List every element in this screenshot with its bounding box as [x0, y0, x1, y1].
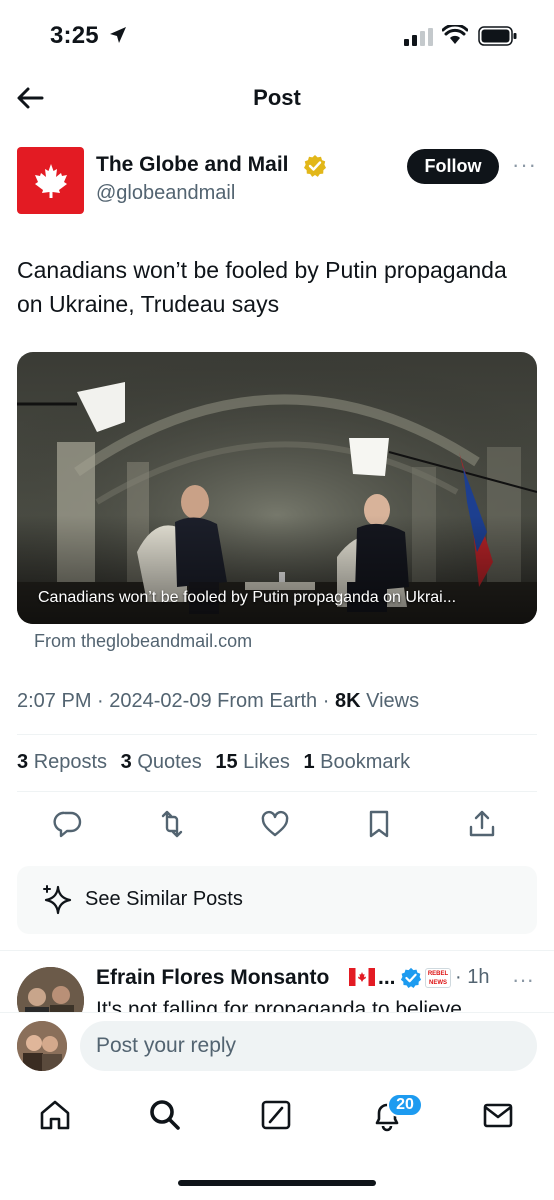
likes-count: 15	[215, 751, 238, 773]
reply-author-name[interactable]: Efrain Flores Monsanto	[96, 966, 329, 990]
reposts-stat[interactable]: 3 Reposts	[17, 751, 107, 773]
divider	[17, 734, 537, 735]
verified-gold-icon	[304, 155, 326, 177]
reposts-label: Reposts	[33, 751, 108, 773]
compose-bar	[0, 1012, 554, 1080]
reply-icon[interactable]	[53, 809, 83, 839]
bookmarks-label: Bookmark	[320, 751, 411, 773]
status-bar: 3:25	[0, 0, 554, 72]
post-stats: 3 Reposts 3 Quotes 15 Likes 1 Bookmark	[17, 751, 410, 774]
canada-flag-icon	[349, 968, 375, 986]
more-options-icon[interactable]: ···	[512, 152, 537, 178]
interview-photo	[17, 352, 537, 624]
repost-icon[interactable]	[157, 809, 187, 839]
search-icon[interactable]	[148, 1098, 182, 1132]
see-similar-label: See Similar Posts	[85, 888, 243, 910]
author-avatar[interactable]	[17, 147, 84, 214]
post-time: 2:07 PM	[17, 690, 92, 712]
reply-author-text: Efrain Flores Monsanto	[96, 966, 330, 989]
reply-more-icon[interactable]: ···	[512, 967, 534, 993]
follow-button[interactable]: Follow	[407, 149, 499, 184]
card-source-link[interactable]: From theglobeandmail.com	[34, 631, 252, 652]
signal-icon	[404, 28, 433, 46]
battery-icon	[478, 26, 517, 46]
quotes-count: 3	[120, 751, 132, 773]
card-caption: Canadians won’t be fooled by Putin propa…	[38, 589, 457, 606]
see-similar-posts-button[interactable]: See Similar Posts	[17, 866, 537, 934]
mail-icon[interactable]	[481, 1098, 515, 1132]
notification-badge: 20	[387, 1093, 423, 1117]
location-arrow-icon	[110, 27, 126, 43]
share-icon[interactable]	[467, 809, 497, 839]
maple-leaf-icon	[34, 163, 67, 198]
divider	[0, 950, 554, 951]
post-date: 2024-02-09	[109, 690, 212, 712]
reply-input[interactable]	[80, 1021, 537, 1071]
home-icon[interactable]	[38, 1098, 72, 1132]
views-count: 8K	[334, 690, 361, 712]
top-bar: Post	[0, 72, 554, 124]
bookmark-icon[interactable]	[364, 809, 394, 839]
affiliate-badge: REBEL NEWS	[425, 968, 451, 988]
sparkle-icon	[43, 885, 72, 915]
likes-stat[interactable]: 15 Likes	[215, 751, 290, 773]
bookmarks-stat[interactable]: 1 Bookmark	[303, 751, 410, 773]
bookmarks-count: 1	[303, 751, 315, 773]
home-indicator	[178, 1180, 376, 1186]
link-card-image[interactable]: Canadians won’t be fooled by Putin propa…	[17, 352, 537, 624]
quotes-stat[interactable]: 3 Quotes	[121, 751, 202, 773]
wifi-icon	[442, 25, 468, 44]
reply-time: · 1h	[455, 966, 490, 988]
action-bar	[0, 805, 554, 845]
post-text: Canadians won’t be fooled by Putin propa…	[17, 257, 507, 317]
post-meta: 2:07 PM · 2024-02-09 From Earth · 8K Vie…	[17, 690, 420, 712]
verified-blue-icon	[400, 967, 422, 988]
quotes-label: Quotes	[137, 751, 202, 773]
user-avatar[interactable]	[17, 1021, 67, 1071]
like-icon[interactable]	[260, 809, 290, 839]
author-handle[interactable]: @globeandmail	[96, 182, 235, 205]
views-label: Views	[366, 690, 420, 712]
reply-name-ellipsis: ...	[378, 966, 396, 989]
reply-time-value: 1h	[467, 966, 490, 988]
likes-label: Likes	[243, 751, 290, 773]
reposts-count: 3	[17, 751, 29, 773]
status-time: 3:25	[50, 22, 99, 49]
author-name[interactable]: The Globe and Mail	[96, 153, 289, 177]
post-location: From Earth	[217, 690, 318, 712]
page-title: Post	[253, 85, 301, 110]
divider	[17, 791, 537, 792]
grok-icon[interactable]	[259, 1098, 293, 1132]
